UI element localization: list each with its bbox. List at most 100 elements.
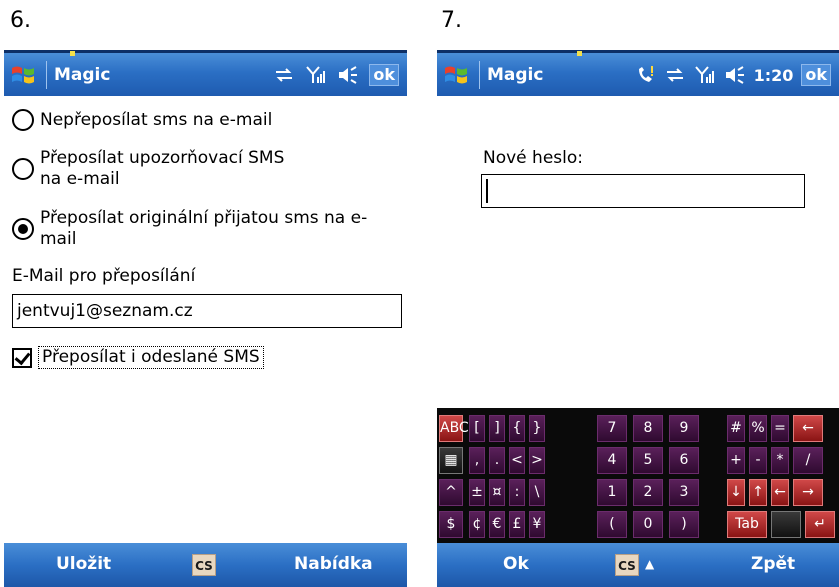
keyboard-key-r0c3[interactable]: { <box>509 415 525 442</box>
keyboard-key-r2c2[interactable]: ¤ <box>489 479 505 506</box>
screen-new-password: Magic 1:20 ok Nové heslo: ABC[] {} 7 8 … <box>437 50 839 587</box>
figure-number-6: 6. <box>10 8 31 33</box>
keyboard-key-r1c10[interactable]: * <box>771 447 789 474</box>
radio-label-line1: Přeposílat originální přijatou sms na e- <box>40 208 368 228</box>
keyboard-key-r1c7[interactable]: 6 <box>669 447 699 474</box>
radio-option-no-forward[interactable]: Nepřeposílat sms na e-mail <box>12 109 272 131</box>
input-panel-arrow-icon[interactable]: ▲ <box>645 557 654 571</box>
sync-arrows-icon[interactable] <box>273 66 295 84</box>
on-screen-keyboard: ABC[]{} 7 8 9 #% = ← ▦,. < >4 5 6 + - * / ^ ± ¤: \ 1 2 3 ↓ ↑ ← → $ ¢… <box>437 408 839 543</box>
keyboard-key-r2c11[interactable]: → <box>793 479 823 506</box>
title-bar: Magic ok <box>4 50 407 96</box>
keyboard-key-r1c11[interactable]: / <box>793 447 823 474</box>
keyboard-key-r0c9[interactable]: % <box>749 415 767 442</box>
windows-start-icon[interactable] <box>443 63 471 87</box>
clock-time[interactable]: 1:20 <box>754 66 794 85</box>
keyboard-key-r3c1[interactable]: ¢ <box>469 511 485 538</box>
keyboard-key-r0c5[interactable]: 7 <box>597 415 627 442</box>
keyboard-key-r2c7[interactable]: 3 <box>669 479 699 506</box>
radio-button[interactable] <box>12 109 34 131</box>
keyboard-key-r0c7[interactable]: 9 <box>669 415 699 442</box>
keyboard-key-r2c4[interactable]: \ <box>529 479 545 506</box>
radio-label: Nepřeposílat sms na e-mail <box>40 109 273 130</box>
keyboard-key-r0c8[interactable]: # <box>727 415 745 442</box>
keyboard-key-r0c0[interactable]: ABC <box>439 415 469 442</box>
keyboard-key-r1c3[interactable]: < <box>509 447 525 474</box>
new-password-label: Nové heslo: <box>483 148 583 168</box>
keyboard-key-r2c8[interactable]: ↓ <box>727 479 745 506</box>
app-title: Magic <box>54 65 111 85</box>
keyboard-key-r1c5[interactable]: 4 <box>597 447 627 474</box>
keyboard-key-r3c9[interactable] <box>771 511 801 538</box>
keyboard-key-r2c0[interactable]: ^ <box>439 479 463 506</box>
text-cursor <box>486 179 488 203</box>
title-separator <box>46 61 47 89</box>
radio-button[interactable] <box>12 158 34 180</box>
keyboard-key-r3c3[interactable]: £ <box>509 511 525 538</box>
softkey-back[interactable]: Zpět <box>751 554 795 574</box>
keyboard-key-r3c4[interactable]: ¥ <box>529 511 545 538</box>
keyboard-key-r3c6[interactable]: 0 <box>633 511 663 538</box>
radio-label-line2: na e-mail <box>40 169 120 189</box>
softkey-save[interactable]: Uložit <box>56 554 111 574</box>
keyboard-key-r1c2[interactable]: . <box>489 447 505 474</box>
radio-label-line1: Přeposílat upozorňovací SMS <box>40 148 285 168</box>
keyboard-key-r0c2[interactable]: ] <box>489 415 505 442</box>
keyboard-key-r2c1[interactable]: ± <box>469 479 485 506</box>
volume-icon[interactable] <box>337 65 359 85</box>
new-password-input[interactable] <box>481 174 805 208</box>
keyboard-key-r2c3[interactable]: : <box>509 479 525 506</box>
keyboard-key-r2c6[interactable]: 2 <box>633 479 663 506</box>
keyboard-key-r0c11[interactable]: ← <box>793 415 823 442</box>
title-bar: Magic 1:20 ok <box>437 50 839 96</box>
keyboard-key-r3c2[interactable]: € <box>489 511 505 538</box>
keyboard-key-r0c10[interactable]: = <box>771 415 789 442</box>
volume-icon[interactable] <box>724 65 746 85</box>
keyboard-key-r1c8[interactable]: + <box>727 447 745 474</box>
softkey-menu[interactable]: Nabídka <box>294 554 373 574</box>
email-field-label: E-Mail pro přeposílání <box>12 266 196 286</box>
keyboard-key-r1c6[interactable]: 5 <box>633 447 663 474</box>
soft-key-bar: Uložit CS Nabídka <box>4 543 407 587</box>
keyboard-key-r1c0[interactable]: ▦ <box>439 447 463 474</box>
radio-button-selected[interactable] <box>12 218 34 240</box>
email-input[interactable]: jentvuj1@seznam.cz <box>12 294 402 328</box>
signal-strength-icon[interactable] <box>694 65 716 85</box>
keyboard-key-r1c1[interactable]: , <box>469 447 485 474</box>
ok-button[interactable]: ok <box>369 64 399 86</box>
radio-option-forward-notification[interactable]: Přeposílat upozorňovací SMS na e-mail <box>12 148 284 190</box>
figure-number-7: 7. <box>441 8 462 33</box>
keyboard-key-r3c0[interactable]: $ <box>439 511 463 538</box>
keyboard-key-r0c4[interactable]: } <box>529 415 545 442</box>
status-dot <box>577 51 582 56</box>
title-separator <box>479 61 480 89</box>
checkbox-label: Přeposílat i odeslané SMS <box>38 346 264 369</box>
checkbox[interactable] <box>12 347 32 368</box>
keyboard-key-r2c5[interactable]: 1 <box>597 479 627 506</box>
checkbox-forward-sent[interactable]: Přeposílat i odeslané SMS <box>12 346 264 369</box>
windows-start-icon[interactable] <box>10 63 38 87</box>
status-dot <box>70 51 75 56</box>
softkey-ok[interactable]: Ok <box>503 554 529 574</box>
keyboard-key-r2c9[interactable]: ↑ <box>749 479 767 506</box>
app-title: Magic <box>487 65 544 85</box>
sync-arrows-icon[interactable] <box>664 66 686 84</box>
keyboard-key-r2c10[interactable]: ← <box>771 479 789 506</box>
radio-label-line2: mail <box>40 229 77 249</box>
keyboard-key-r1c4[interactable]: > <box>529 447 545 474</box>
input-language-cs[interactable]: CS <box>615 554 639 576</box>
keyboard-key-r3c8[interactable]: Tab <box>727 511 767 538</box>
signal-strength-icon[interactable] <box>305 65 327 85</box>
screen-forwarding-settings: Magic ok Nepřeposílat sms na e-mail Přep… <box>4 50 407 587</box>
soft-key-bar: Ok CS ▲ Zpět <box>437 543 839 587</box>
input-language-cs[interactable]: CS <box>192 554 216 576</box>
keyboard-key-r0c1[interactable]: [ <box>469 415 485 442</box>
missed-call-icon[interactable] <box>636 65 656 85</box>
keyboard-key-r3c10[interactable]: ↵ <box>805 511 835 538</box>
ok-button[interactable]: ok <box>801 64 831 86</box>
keyboard-key-r1c9[interactable]: - <box>749 447 767 474</box>
keyboard-key-r0c6[interactable]: 8 <box>633 415 663 442</box>
keyboard-key-r3c5[interactable]: ( <box>597 511 627 538</box>
radio-option-forward-original[interactable]: Přeposílat originální přijatou sms na e-… <box>12 208 367 250</box>
keyboard-key-r3c7[interactable]: ) <box>669 511 699 538</box>
